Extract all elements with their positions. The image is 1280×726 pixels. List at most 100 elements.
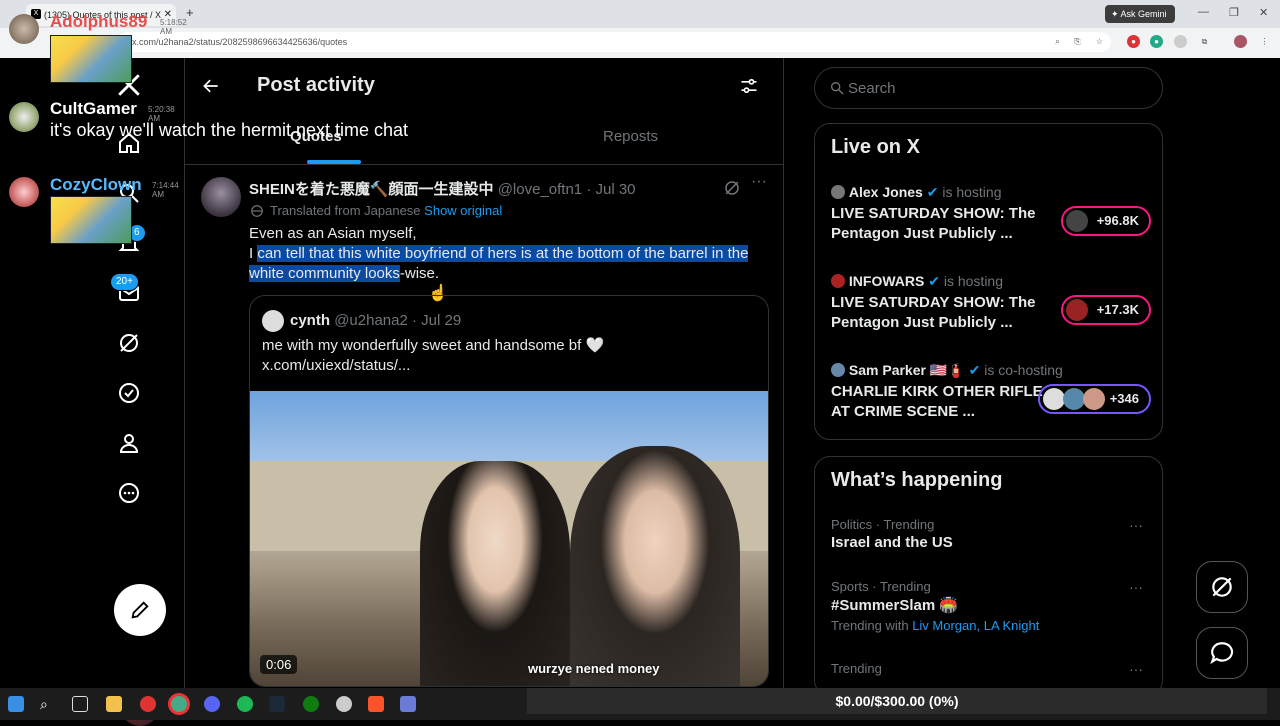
new-tab-icon[interactable]: + [186, 5, 194, 20]
ask-gemini-label: Ask Gemini [1120, 9, 1167, 19]
browser-menu-icon[interactable]: ⋮ [1258, 35, 1271, 48]
host-avatar [831, 363, 845, 377]
post-handle-date: @love_oftn1 · Jul 30 [497, 181, 636, 198]
extensions-puzzle-icon[interactable]: ⧉ [1198, 35, 1211, 48]
pill-avatar [1065, 299, 1088, 321]
adblock-extension-icon[interactable]: ● [1127, 35, 1140, 48]
live-title-text: CHARLIE KIRK OTHER RIFLE AT CRIME SCENE … [831, 383, 1043, 420]
live-title: Live on X [831, 136, 920, 158]
steam-icon[interactable] [269, 696, 285, 712]
post-more-icon[interactable]: ··· [751, 173, 767, 191]
grok-icon[interactable] [114, 328, 144, 358]
video-player[interactable]: 0:06 wurzye nened money [250, 391, 768, 686]
quoted-text: me with my wonderfully sweet and handsom… [262, 336, 604, 376]
verified-icon: ✔ [928, 273, 940, 289]
extension-icon-2[interactable] [1174, 35, 1187, 48]
post-text: Even as an Asian myself, I can tell that… [249, 224, 759, 284]
bookmark-star-icon[interactable]: ☆ [1093, 35, 1106, 48]
quoted-handle-date: @u2hana2 · Jul 29 [334, 312, 462, 329]
translate-icon [251, 205, 263, 217]
obs-icon[interactable] [336, 696, 352, 712]
search-box[interactable]: Search [814, 67, 1163, 109]
search-taskbar-icon[interactable]: ⌕ [40, 696, 56, 712]
grok-icon [1212, 577, 1232, 597]
task-view-icon[interactable] [72, 696, 88, 712]
trend-name: Israel and the US [831, 534, 953, 551]
more-icon[interactable] [114, 478, 144, 508]
xbox-icon[interactable] [303, 696, 319, 712]
file-explorer-icon[interactable] [106, 696, 122, 712]
restore-icon[interactable]: ❐ [1229, 6, 1239, 19]
install-icon[interactable]: ⎘ [1071, 35, 1084, 48]
trending-with-label: Trending with [831, 618, 909, 633]
discord-icon[interactable] [204, 696, 220, 712]
live-listener-pill[interactable]: +17.3K [1060, 295, 1151, 325]
show-original-link[interactable]: Show original [424, 203, 502, 218]
trend-meta: Sports · Trending [831, 579, 931, 594]
listener-count: +96.8K [1096, 213, 1139, 228]
profile-avatar-icon[interactable] [1234, 35, 1247, 48]
quoted-post-card[interactable]: cynth @u2hana2 · Jul 29 me with my wonde… [249, 295, 769, 687]
trend-meta: Trending [831, 661, 882, 676]
brave-icon[interactable] [368, 696, 384, 712]
pill-avatar [1062, 388, 1085, 410]
window-close-icon[interactable]: ✕ [1259, 6, 1268, 19]
back-arrow-icon[interactable] [201, 76, 221, 96]
trend-more-icon[interactable]: ··· [1129, 517, 1143, 533]
quoted-author[interactable]: cynth @u2hana2 · Jul 29 [290, 312, 461, 329]
host-role: is co-hosting [984, 362, 1063, 378]
trend-more-icon[interactable]: ··· [1129, 661, 1143, 677]
live-item[interactable]: INFOWARS ✔ is hosting LIVE SATURDAY SHOW… [831, 273, 1151, 343]
live-item[interactable]: Sam Parker 🇺🇸🧯 ✔ is co-hosting CHARLIE K… [831, 362, 1151, 432]
quoted-link[interactable]: x.com/uxiexd/status/... [262, 356, 604, 376]
minimize-icon[interactable]: — [1198, 6, 1209, 18]
filter-settings-icon[interactable] [739, 76, 759, 96]
trending-with-links[interactable]: Liv Morgan, LA Knight [912, 618, 1039, 633]
host-avatar [831, 274, 845, 288]
post-text-line1: Even as an Asian myself, [249, 225, 417, 242]
post-avatar[interactable] [201, 177, 241, 217]
app-icon[interactable] [140, 696, 156, 712]
donation-goal-overlay: $0.00/$300.00 (0%) [527, 688, 1267, 714]
chat-emote [50, 196, 132, 244]
chrome-icon[interactable] [171, 696, 187, 712]
post-activity-header: Post activity Quotes Reposts [185, 58, 783, 165]
post-author[interactable]: SHEINを着た悪魔🔨顔面一生建設中 @love_oftn1 · Jul 30 [249, 178, 636, 199]
compose-post-button[interactable] [114, 584, 166, 636]
messages-fab-button[interactable] [1196, 627, 1248, 679]
url-text: x.com/u2hana2/status/2082598696634425636… [132, 37, 348, 47]
zoom-icon[interactable]: ⌕ [1051, 35, 1064, 48]
host-avatar [831, 185, 845, 199]
chat-emote [50, 35, 132, 83]
verified-orgs-icon[interactable] [114, 378, 144, 408]
start-icon[interactable] [8, 696, 24, 712]
live-on-x-panel: Live on X Alex Jones ✔ is hosting LIVE S… [814, 123, 1163, 440]
happening-title: What’s happening [831, 469, 1003, 491]
extension-icon[interactable]: ● [1150, 35, 1163, 48]
trend-more-icon[interactable]: ··· [1129, 579, 1143, 595]
post-text-suffix: -wise. [399, 265, 440, 282]
profile-icon[interactable] [114, 428, 144, 458]
chat-message: it's okay we'll watch the hermit next ti… [50, 120, 409, 140]
quoted-display-name[interactable]: cynth [290, 312, 330, 329]
chat-avatar [9, 14, 39, 44]
address-bar[interactable]: x.com/u2hana2/status/2082598696634425636… [118, 32, 1111, 52]
vscode-icon[interactable] [400, 696, 416, 712]
video-person-left [420, 461, 570, 686]
post-display-name[interactable]: SHEINを着た悪魔🔨顔面一生建設中 [249, 181, 494, 198]
quoted-avatar[interactable] [262, 310, 284, 332]
pill-avatar [1042, 388, 1065, 410]
live-listener-pill[interactable]: +96.8K [1060, 206, 1151, 236]
browser-chrome: X (1305) Quotes of this post / X ✕ + ✦ A… [0, 0, 1280, 58]
grok-fab-button[interactable] [1196, 561, 1248, 613]
trend-item[interactable]: Trending ··· [831, 661, 1151, 677]
grok-post-icon[interactable] [723, 179, 741, 197]
messages-badge: 20+ [110, 273, 139, 291]
ask-gemini-button[interactable]: ✦ Ask Gemini [1105, 5, 1175, 23]
trend-item[interactable]: Politics · Trending Israel and the US ··… [831, 517, 1151, 551]
trend-item[interactable]: Sports · Trending #SummerSlam 🏟️ Trendin… [831, 579, 1151, 633]
tab-reposts[interactable]: Reposts [603, 128, 658, 145]
live-listener-pill[interactable]: +346 [1037, 384, 1151, 414]
spotify-icon[interactable] [237, 696, 253, 712]
live-item[interactable]: Alex Jones ✔ is hosting LIVE SATURDAY SH… [831, 184, 1151, 254]
